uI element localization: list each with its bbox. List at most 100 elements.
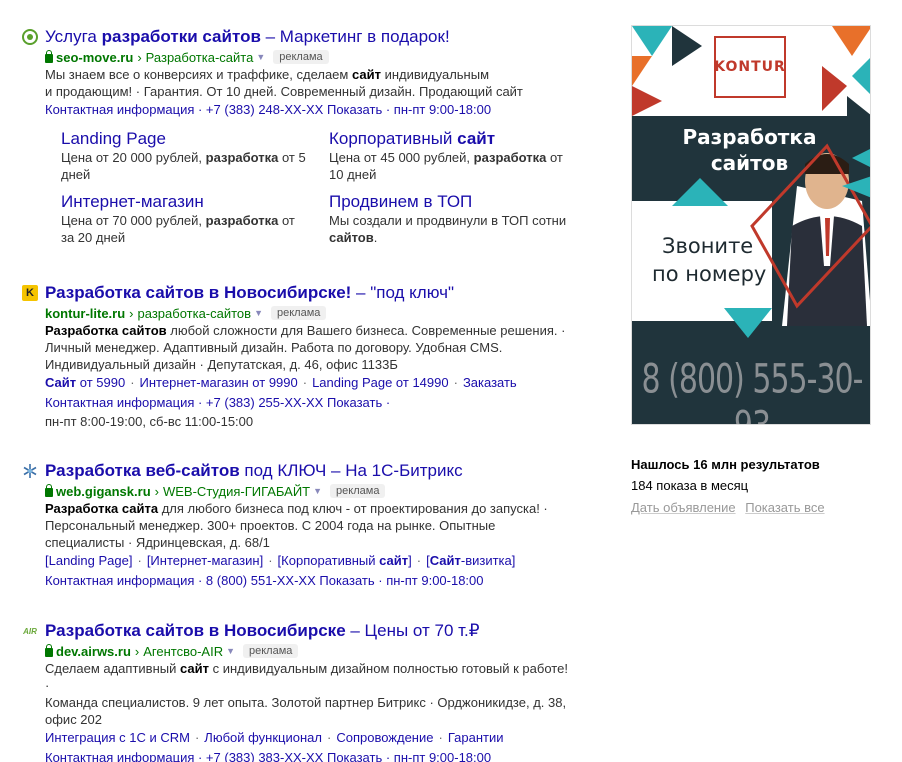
ad-contact-line[interactable]: Контактная информация · 8 (800) 551-XX-X… xyxy=(45,571,592,591)
sitelink-title[interactable]: Продвинем в ТОП xyxy=(329,192,597,212)
search-results: Услуга разработки сайтов – Маркетинг в п… xyxy=(22,26,592,762)
quick-link[interactable]: Landing Page от 14990 xyxy=(312,375,449,390)
show-all-link[interactable]: Показать все xyxy=(745,500,824,515)
ad-description: Разработка сайтов любой сложности для Ва… xyxy=(45,322,575,373)
url-separator: › xyxy=(154,483,159,499)
quick-link[interactable]: [Интернет-магазин] xyxy=(147,553,263,568)
link-separator: · xyxy=(302,375,308,390)
ad-title-link[interactable]: Услуга разработки сайтов – Маркетинг в п… xyxy=(45,27,450,47)
sitelink: Корпоративный сайт Цена от 45 000 рублей,… xyxy=(329,129,597,183)
description-line: Персональный менеджер. 300+ проектов. С … xyxy=(45,517,575,534)
ad-path[interactable]: WEB-Студия-ГИГАБАЙТ xyxy=(163,484,310,499)
text-segment: Сделаем адаптивный xyxy=(45,661,180,676)
link-separator: · xyxy=(130,375,135,390)
text-segment: сайтов xyxy=(329,230,374,245)
ad-quick-links: Сайт от 5990 · Интернет-магазин от 9990 · La… xyxy=(45,373,592,393)
ad-result-2: K Разработка сайтов в Новосибирске! – "п… xyxy=(22,282,592,456)
banner-call: Звоните по номеру xyxy=(652,232,782,288)
description-line: Мы знаем все о конверсиях и траффике, сд… xyxy=(45,66,575,83)
ad-contact-line[interactable]: Контактная информация · +7 (383) 248-XX-… xyxy=(45,100,592,120)
text-segment: Цена от 45 000 рублей, xyxy=(329,150,474,165)
quick-link[interactable]: Сайт от 5990 xyxy=(45,375,125,390)
quick-link[interactable]: Интеграция с 1С и CRM xyxy=(45,730,190,745)
quick-link[interactable]: [Сайт-визитка] xyxy=(426,553,515,568)
dropdown-triangle-icon[interactable]: ▼ xyxy=(256,52,265,62)
text-segment: специалисты · Ядринцевская, д. 68/1 xyxy=(45,535,270,550)
banner-heading-line1: Разработка xyxy=(682,125,817,149)
description-line: Индивидуальный дизайн · Депутатская, д. … xyxy=(45,356,575,373)
sitelink-title[interactable]: Интернет-магазин xyxy=(61,192,329,212)
text-segment: Гарантии xyxy=(447,730,504,745)
text-segment: Цена от 20 000 рублей, xyxy=(61,150,206,165)
ad-title-row: Услуга разработки сайтов – Маркетинг в п… xyxy=(22,26,592,48)
url-separator: › xyxy=(137,49,142,65)
ad-result-1: Услуга разработки сайтов – Маркетинг в п… xyxy=(22,26,592,252)
banner-call-line2: по номеру xyxy=(652,262,767,286)
ad-domain[interactable]: dev.airws.ru xyxy=(56,644,131,659)
banner-phone: 8 (800) 555-30-93 xyxy=(641,356,864,424)
ad-contact-line[interactable]: Контактная информация · +7 (383) 255-XX-… xyxy=(45,393,592,413)
quick-link[interactable]: [Landing Page] xyxy=(45,553,132,568)
ad-title-row: AIR Разработка сайтов в Новосибирске – Ц… xyxy=(22,620,592,642)
text-segment: Сайт xyxy=(429,553,461,568)
description-line: Разработка сайтов любой сложности для Ва… xyxy=(45,322,575,339)
sitelink: Landing Page Цена от 20 000 рублей, разра… xyxy=(61,129,329,183)
ad-contact-line[interactable]: Контактная информация · +7 (383) 383-XX-… xyxy=(45,748,592,762)
sidebar-links: Дать объявление Показать все xyxy=(631,497,871,519)
text-segment: для любого бизнеса под ключ - от проекти… xyxy=(158,501,548,516)
ad-domain[interactable]: seo-move.ru xyxy=(56,50,133,65)
ad-title-link[interactable]: Разработка сайтов в Новосибирске! – "под… xyxy=(45,283,454,303)
dropdown-triangle-icon[interactable]: ▼ xyxy=(254,308,263,318)
sitelink-title[interactable]: Landing Page xyxy=(61,129,329,149)
quick-link[interactable]: Заказать xyxy=(463,375,517,390)
quick-link[interactable]: Сопровождение xyxy=(336,730,433,745)
ad-title-row: K Разработка сайтов в Новосибирске! – "п… xyxy=(22,282,592,304)
link-separator: · xyxy=(416,553,422,568)
sitelink: Интернет-магазин Цена от 70 000 рублей, р… xyxy=(61,192,329,246)
description-line: Разработка сайта для любого бизнеса под … xyxy=(45,500,575,517)
text-segment: – "под ключ" xyxy=(351,283,454,302)
ad-domain[interactable]: web.gigansk.ru xyxy=(56,484,151,499)
quick-link[interactable]: Гарантии xyxy=(448,730,504,745)
text-segment: [Интернет-магазин] xyxy=(146,553,264,568)
ad-path[interactable]: Агентсво-AIR xyxy=(143,644,223,659)
description-line: офис 202 xyxy=(45,711,575,728)
ad-title-link[interactable]: Разработка сайтов в Новосибирске – Цены … xyxy=(45,621,480,641)
dropdown-triangle-icon[interactable]: ▼ xyxy=(313,486,322,496)
description-line: Сделаем адаптивный сайт с индивидуальным… xyxy=(45,660,575,694)
text-segment: Разработка веб-сайтов xyxy=(45,461,240,480)
link-separator: · xyxy=(268,553,273,568)
text-segment: Мы создали и продвинули в ТОП сотни xyxy=(329,213,567,228)
description-line: Команда специалистов. 9 лет опыта. Золот… xyxy=(45,694,575,711)
text-segment: – Цены от 70 т.₽ xyxy=(345,621,480,640)
description-line: специалисты · Ядринцевская, д. 68/1 xyxy=(45,534,575,551)
text-segment: Цена от 70 000 рублей, xyxy=(61,213,206,228)
sitelink-title[interactable]: Корпоративный сайт xyxy=(329,129,597,149)
text-segment: Персональный менеджер. 300+ проектов. С … xyxy=(45,518,496,533)
ad-quick-links: Интеграция с 1С и CRM · Любой функционал · С… xyxy=(45,728,592,748)
dropdown-triangle-icon[interactable]: ▼ xyxy=(226,646,235,656)
green-target-icon xyxy=(22,29,38,45)
ad-banner[interactable]: KONTUR Разработка сайтов Звоните по номе… xyxy=(631,25,871,425)
advertise-link[interactable]: Дать объявление xyxy=(631,500,736,515)
kontur-k-icon: K xyxy=(22,285,38,301)
ad-quick-links: [Landing Page] · [Интернет-магазин] · [Корпо… xyxy=(45,551,592,571)
quick-link[interactable]: Интернет-магазин от 9990 xyxy=(140,375,298,390)
ad-path[interactable]: Разработка-сайта xyxy=(146,50,254,65)
ad-url-row: seo-move.ru › Разработка-сайта ▼ реклама xyxy=(45,48,592,66)
ad-badge: реклама xyxy=(273,50,329,64)
monthly-impressions: 184 показа в месяц xyxy=(631,478,749,493)
ad-url-row: web.gigansk.ru › WEB-Студия-ГИГАБАЙТ ▼ р… xyxy=(45,482,592,500)
quick-link[interactable]: [Корпоративный сайт] xyxy=(278,553,412,568)
description-line: Личный менеджер. Адаптивный дизайн. Рабо… xyxy=(45,339,575,356)
ad-title-link[interactable]: Разработка веб-сайтов под КЛЮЧ – На 1С-Б… xyxy=(45,461,463,481)
ad-path[interactable]: разработка-сайтов xyxy=(138,306,252,321)
text-segment: . xyxy=(373,230,378,245)
ad-result-4: AIR Разработка сайтов в Новосибирске – Ц… xyxy=(22,620,592,762)
text-segment: Интеграция с 1С и CRM xyxy=(45,730,190,745)
url-separator: › xyxy=(134,643,140,659)
lock-icon xyxy=(45,49,53,63)
ad-domain[interactable]: kontur-lite.ru xyxy=(45,306,125,321)
ad-description: Разработка сайта для любого бизнеса под … xyxy=(45,500,575,551)
quick-link[interactable]: Любой функционал xyxy=(204,730,322,745)
